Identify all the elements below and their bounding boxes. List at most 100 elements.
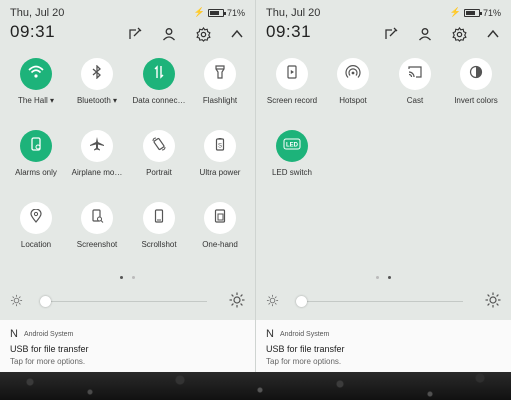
page-indicator [256,269,511,280]
location-icon [29,207,43,228]
tile-label: Ultra power [199,168,241,177]
tile-location[interactable]: Location [5,202,67,262]
tile-ultra-power[interactable]: S Ultra power [189,130,251,190]
data-icon [152,64,166,84]
android-system-icon: N [266,328,274,340]
invert-icon [469,65,483,84]
clock: 09:31 [266,22,312,41]
android-system-icon: N [10,328,18,340]
brightness-track[interactable] [40,301,207,302]
page-dot-1[interactable] [376,276,380,280]
brightness-thumb[interactable] [296,296,307,307]
tile-cast[interactable]: Cast [384,58,446,118]
tile-label: The Hall ▾ [17,96,55,105]
quick-tiles-grid: Screen record Hotspot Cast Invert colors… [256,58,511,258]
cast-icon [407,64,423,85]
charging-icon: ⚡ [449,7,461,17]
brightness-low-icon [266,294,279,312]
screenshot-icon [90,208,104,228]
chevron-up-icon[interactable] [483,24,503,44]
user-icon[interactable] [159,24,179,44]
notification-title: USB for file transfer [10,344,89,354]
tile-bluetooth[interactable]: Bluetooth ▾ [66,58,128,118]
notification-app-name: Android System [279,330,330,338]
tile-screen-record[interactable]: Screen record [261,58,323,118]
hotspot-icon [345,64,361,85]
tile-label: LED switch [271,168,312,177]
quick-settings-panel-page-1: Thu, Jul 20 ⚡ 71% 09:31 The Hall ▾ Bluet… [0,0,255,372]
battery-icon [207,8,226,17]
header-actions [125,24,247,44]
notification-card[interactable]: N Android System USB for file transfer T… [0,320,255,372]
tile-label: Hotspot [339,96,367,105]
record-icon [285,64,299,84]
tile-label: Bluetooth ▾ [76,96,118,105]
flashlight-icon [213,64,227,84]
notification-card[interactable]: N Android System USB for file transfer T… [256,320,511,372]
gear-icon[interactable] [193,24,213,44]
status-bar: Thu, Jul 20 ⚡ 71% [266,5,501,21]
tile-hotspot[interactable]: Hotspot [322,58,384,118]
power-save-icon: S [213,137,227,156]
tile-label: Portrait [146,168,172,177]
tile-label: Data connec… [132,96,186,105]
tile-label: Invert colors [454,96,498,105]
clock: 09:31 [10,22,56,41]
wallpaper [0,372,511,400]
scrollshot-icon [152,208,166,228]
svg-text:S: S [218,143,222,149]
chevron-up-icon[interactable] [227,24,247,44]
rotate-icon [152,137,166,156]
tile-flashlight[interactable]: Flashlight [189,58,251,118]
tile-label: Scrollshot [141,240,177,249]
tile-scrollshot[interactable]: Scrollshot [128,202,190,262]
brightness-track[interactable] [296,301,463,302]
alarm-icon [29,136,43,156]
status-date: Thu, Jul 20 [266,7,321,19]
tile-label: Screenshot [76,240,118,249]
user-icon[interactable] [415,24,435,44]
quick-tiles-grid: The Hall ▾ Bluetooth ▾ Data connec… Flas… [0,58,255,258]
tile-label: Location [20,240,52,249]
notification-title: USB for file transfer [266,344,345,354]
brightness-low-icon [10,294,23,312]
gear-icon[interactable] [449,24,469,44]
status-bar: Thu, Jul 20 ⚡ 71% [10,5,245,21]
led-icon: LED [283,137,301,155]
tile-label: Flashlight [202,96,238,105]
tile-alarms-only[interactable]: Alarms only [5,130,67,190]
page-dot-2[interactable] [387,276,391,280]
battery-icon [463,8,482,17]
brightness-thumb[interactable] [40,296,51,307]
tile-label: Airplane mo… [71,168,123,177]
one-hand-icon [213,208,227,228]
page-dot-2[interactable] [131,276,135,280]
tile-led-switch[interactable]: LED LED switch [261,130,323,190]
brightness-slider[interactable] [266,292,501,310]
svg-text:LED: LED [286,143,299,149]
status-date: Thu, Jul 20 [10,7,65,19]
tile-label: Alarms only [15,168,57,177]
brightness-high-icon [485,292,501,313]
notification-subtitle: Tap for more options. [10,357,86,366]
tile-one-hand[interactable]: One-hand [189,202,251,262]
tile-wifi[interactable]: The Hall ▾ [5,58,67,118]
brightness-slider[interactable] [10,292,245,310]
charging-icon: ⚡ [193,7,205,17]
airplane-icon [89,136,105,157]
tile-label: One-hand [202,240,238,249]
edit-icon[interactable] [125,24,145,44]
battery-percent: 71% [226,7,245,18]
edit-icon[interactable] [381,24,401,44]
tile-screenshot[interactable]: Screenshot [66,202,128,262]
tile-label: Cast [406,96,424,105]
quick-settings-panel-page-2: Thu, Jul 20 ⚡ 71% 09:31 Screen record Ho… [256,0,511,372]
page-dot-1[interactable] [120,276,124,280]
tile-data-connection[interactable]: Data connec… [128,58,190,118]
tile-portrait[interactable]: Portrait [128,130,190,190]
page-indicator [0,269,255,280]
tile-invert-colors[interactable]: Invert colors [445,58,507,118]
tile-airplane-mode[interactable]: Airplane mo… [66,130,128,190]
brightness-high-icon [229,292,245,313]
tile-label: Screen record [266,96,318,105]
